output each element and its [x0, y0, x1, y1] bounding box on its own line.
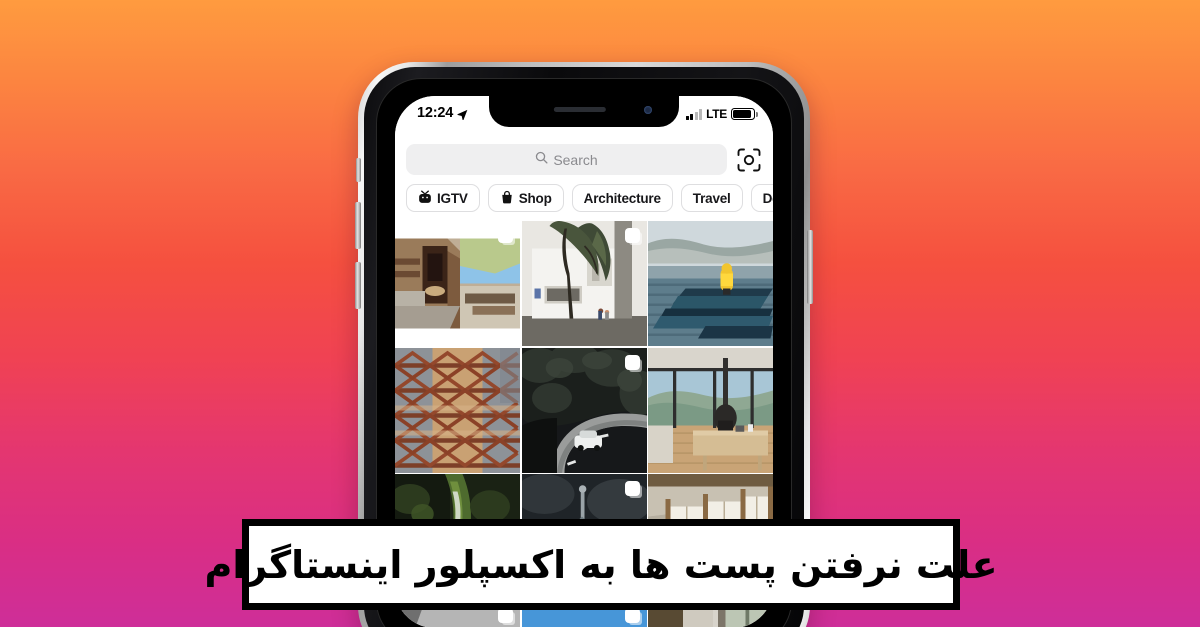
battery-icon: [731, 108, 758, 120]
grid-cell-vessel-hudson-yards-stairs[interactable]: [395, 347, 520, 473]
search-icon: [535, 151, 548, 169]
search-placeholder: Search: [553, 151, 598, 168]
chip-label: IGTV: [437, 190, 468, 206]
persian-text-banner: علت نرفتن پست ها به اکسپلور اینستاگرام: [204, 519, 998, 610]
clock-time: 12:24: [417, 105, 454, 121]
carousel-indicator-icon: [624, 481, 640, 496]
location-arrow-icon: [457, 108, 468, 120]
chip-travel[interactable]: Travel: [680, 184, 743, 212]
notch: [489, 96, 679, 127]
search-input[interactable]: Search: [406, 144, 727, 175]
volume-down-button[interactable]: [355, 262, 361, 309]
chip-shop[interactable]: Shop: [487, 184, 564, 212]
photo-art: [648, 221, 773, 346]
photo-art: [395, 347, 520, 473]
earpiece-speaker-icon: [553, 107, 606, 112]
mute-switch-button[interactable]: [356, 158, 361, 182]
grid-cell-black-white-forest-road-car[interactable]: [521, 347, 647, 473]
grid-cell-fisherman-yellow-raincoat-boat[interactable]: [648, 221, 773, 346]
grid-cell-modern-living-room-fireplace[interactable]: [648, 347, 773, 473]
network-label: LTE: [706, 107, 727, 121]
ios-status-bar: 12:24 LTE: [395, 96, 773, 142]
chip-label: Architecture: [583, 190, 661, 206]
igtv-icon: [418, 189, 432, 207]
screenshot-canvas: 12:24 LTE Search IGTV Shop Architecture …: [0, 0, 1200, 627]
carousel-indicator-icon: [624, 228, 640, 243]
category-chips: IGTV Shop Architecture Travel D: [395, 184, 773, 221]
status-bar-right: LTE: [685, 107, 758, 121]
scan-code-icon[interactable]: [736, 147, 762, 173]
photo-art: [648, 347, 773, 473]
chip-igtv[interactable]: IGTV: [406, 184, 480, 212]
chip-label: Shop: [518, 190, 552, 206]
grid-cell-white-modern-building-tree[interactable]: [521, 221, 647, 346]
carousel-indicator-icon: [498, 228, 513, 243]
shopping-bag-icon: [500, 190, 514, 207]
volume-up-button[interactable]: [355, 202, 361, 249]
grid-cell-wooden-house-corridor[interactable]: [395, 221, 520, 346]
chip-label: Decor: [762, 190, 773, 206]
front-camera-icon: [644, 106, 652, 114]
power-button[interactable]: [807, 230, 813, 304]
signal-bars-icon: [685, 108, 703, 120]
banner-text: علت نرفتن پست ها به اکسپلور اینستاگرام: [204, 542, 998, 587]
chip-decor[interactable]: Decor: [750, 184, 773, 212]
status-bar-left: 12:24: [417, 105, 468, 121]
chip-architecture[interactable]: Architecture: [571, 184, 673, 212]
search-row: Search: [395, 142, 773, 184]
chip-label: Travel: [692, 190, 731, 206]
carousel-indicator-icon: [624, 354, 640, 370]
